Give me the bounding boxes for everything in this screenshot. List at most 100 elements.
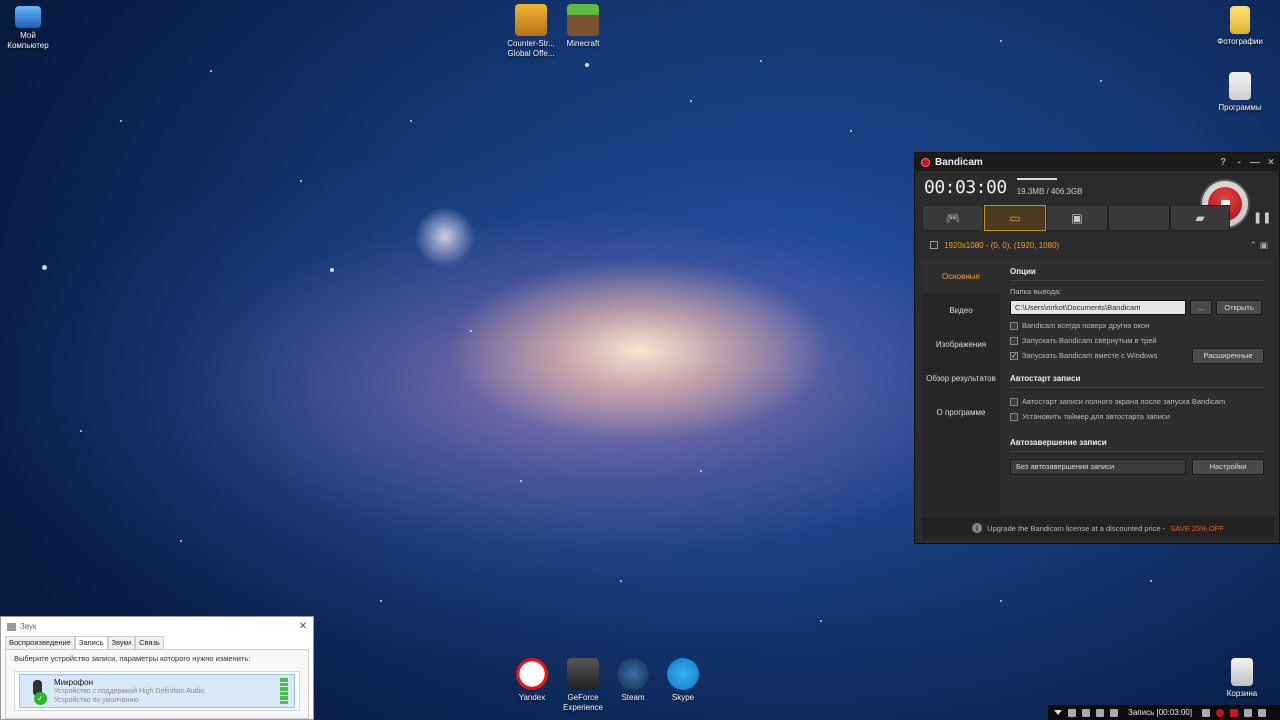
nav-video[interactable]: Видео [922, 293, 1000, 327]
tray-display-icon[interactable] [1110, 708, 1118, 717]
upgrade-text: Upgrade the Bandicam license at a discou… [987, 523, 1166, 533]
nav-about[interactable]: О программе [922, 395, 1000, 429]
folder-button[interactable]: ▰ [1170, 205, 1230, 231]
desktop-icon-recycle-bin[interactable]: Корзина [1214, 658, 1270, 699]
browse-button[interactable]: ... [1190, 300, 1212, 315]
minecraft-icon [567, 4, 599, 36]
upgrade-banner[interactable]: i Upgrade the Bandicam license at a disc… [922, 517, 1274, 539]
tray-settings-icon[interactable] [1258, 708, 1267, 717]
gamepad-icon: 🎮 [945, 211, 961, 225]
option-autostart-timer[interactable]: Установить таймер для автостарта записи [1010, 409, 1264, 424]
autostop-heading: Автозавершение записи [1010, 438, 1264, 452]
steam-icon [617, 658, 649, 690]
tray-stop-icon[interactable] [1230, 708, 1239, 717]
recording-prompt: Выберите устройство записи, параметры ко… [14, 654, 251, 663]
pause-icon[interactable]: ❚❚ [1253, 211, 1271, 224]
tray-app-icon[interactable] [1096, 708, 1104, 717]
tray-camera-icon[interactable] [1244, 708, 1253, 717]
system-tray: Запись [00:03:00] [1048, 705, 1280, 720]
nav-images[interactable]: Изображения [922, 327, 1000, 361]
microphone-icon: ✓ [28, 678, 47, 705]
help-button[interactable]: ? [1215, 153, 1231, 171]
desktop-icon-minecraft[interactable]: Minecraft [555, 4, 611, 49]
desktop-icon-steam[interactable]: Steam [605, 658, 661, 703]
option-start-tray[interactable]: Запускать Bandicam свёрнутым в трей [1010, 333, 1264, 348]
desktop-icon-geforce[interactable]: GeForce Experience [555, 658, 611, 713]
desktop-icon-my-computer[interactable]: Мой Компьютер [0, 6, 56, 51]
tray-windows-icon[interactable] [1068, 708, 1076, 717]
computer-icon [15, 6, 41, 28]
upgrade-promo-link[interactable]: SAVE 25% OFF [1170, 524, 1224, 533]
region-checkbox[interactable] [930, 241, 938, 249]
desktop-icon-csgo[interactable]: Counter-Str... Global Offe... [503, 4, 559, 59]
options-heading: Опции [1010, 267, 1264, 281]
tab-recording[interactable]: Запись [74, 636, 108, 649]
output-folder-input[interactable]: C:\Users\mrkot\Documents\Bandicam [1010, 300, 1186, 315]
close-button[interactable]: × [1263, 153, 1279, 171]
autostart-timer-checkbox[interactable] [1010, 412, 1018, 421]
hdmi-icon: ▣ [1071, 211, 1083, 225]
screen-mode-button[interactable]: ▭ [984, 205, 1046, 231]
tab-sounds[interactable]: Звуки [107, 636, 136, 649]
tray-pen-icon[interactable] [1202, 708, 1211, 717]
yandex-icon [516, 658, 548, 690]
tab-communications[interactable]: Связь [135, 636, 164, 649]
option-autostart-fullscreen[interactable]: Автостарт записи полного экрана после за… [1010, 394, 1264, 409]
recording-pane: Выберите устройство записи, параметры ко… [5, 649, 309, 719]
option-on-top[interactable]: Bandicam всегда поверх других окон [1010, 318, 1264, 333]
output-folder-label: Папка вывода: [1010, 287, 1062, 296]
sound-titlebar[interactable]: Звук ✕ [1, 617, 313, 636]
sound-tabs: Воспроизведение Запись Звуки Связь [1, 636, 313, 649]
restore-button[interactable]: — [1247, 153, 1263, 171]
minimize-button[interactable]: - [1231, 153, 1247, 171]
toolbar-spacer [1108, 205, 1170, 231]
bandicam-titlebar[interactable]: Bandicam ? - — × [915, 153, 1279, 171]
settings-nav: Основные Видео Изображения Обзор результ… [922, 259, 1000, 515]
nav-results[interactable]: Обзор результатов [922, 361, 1000, 395]
screen-rect-icon: ▭ [1009, 211, 1021, 225]
on-top-checkbox[interactable] [1010, 321, 1018, 330]
folder-icon [1230, 6, 1250, 34]
default-check-icon: ✓ [34, 692, 47, 705]
recycle-bin-icon [1231, 658, 1253, 686]
input-level-meter [280, 678, 288, 704]
start-tray-checkbox[interactable] [1010, 336, 1018, 345]
open-folder-button[interactable]: Открыть [1216, 300, 1262, 315]
region-controls-icon[interactable]: ⌃ ▣ [1249, 240, 1268, 251]
tray-arrow-icon[interactable] [1054, 710, 1062, 715]
device-list: ✓ Микрофон Устройство с поддержкой High … [14, 671, 300, 711]
info-icon: i [972, 523, 983, 533]
desktop-icon-programs[interactable]: Программы [1212, 72, 1268, 113]
device-mode-button[interactable]: ▣ [1046, 205, 1108, 231]
autostart-fullscreen-checkbox[interactable] [1010, 397, 1018, 406]
desktop-icon-photos[interactable]: Фотографии [1212, 6, 1268, 47]
device-status: Устройство по умолчанию [54, 696, 139, 704]
list-item[interactable]: ✓ Микрофон Устройство с поддержкой High … [19, 674, 295, 708]
tray-record-icon[interactable] [1216, 708, 1225, 717]
start-windows-checkbox[interactable]: ✓ [1010, 351, 1018, 360]
sound-dialog: Звук ✕ Воспроизведение Запись Звуки Связ… [0, 616, 314, 720]
settings-panel: Опции Папка вывода: C:\Users\mrkot\Docum… [1000, 259, 1274, 515]
desktop-icon-yandex[interactable]: Yandex [504, 658, 560, 703]
advanced-button[interactable]: Расширенные [1192, 347, 1264, 364]
device-description: Устройство с поддержкой High Definition … [54, 687, 205, 695]
program-folder-icon [1229, 72, 1251, 100]
autostop-settings-button[interactable]: Настройки [1192, 458, 1264, 475]
bandicam-logo-icon [921, 157, 930, 167]
game-mode-button[interactable]: 🎮 [922, 205, 984, 231]
tab-playback[interactable]: Воспроизведение [5, 636, 75, 649]
sound-close-button[interactable]: ✕ [293, 621, 313, 632]
device-name: Микрофон [54, 677, 93, 687]
autostop-value[interactable]: Без автозавершения записи [1010, 458, 1186, 475]
capture-region-bar[interactable]: 1920x1080 - (0, 0), (1920, 1080) ⌃ ▣ [922, 235, 1274, 255]
option-start-windows[interactable]: ✓ Запускать Bandicam вместе с Windows Ра… [1010, 347, 1264, 364]
tray-recording-label[interactable]: Запись [00:03:00] [1128, 708, 1192, 717]
nav-general[interactable]: Основные [922, 259, 1000, 293]
folder-open-icon: ▰ [1195, 211, 1205, 225]
csgo-icon [515, 4, 547, 36]
speaker-icon [7, 622, 16, 631]
recording-timer: 00:03:00 [924, 176, 1007, 198]
tray-grid-icon[interactable] [1082, 708, 1090, 717]
desktop-icon-skype[interactable]: Skype [655, 658, 711, 703]
sound-title: Звук [20, 622, 37, 631]
